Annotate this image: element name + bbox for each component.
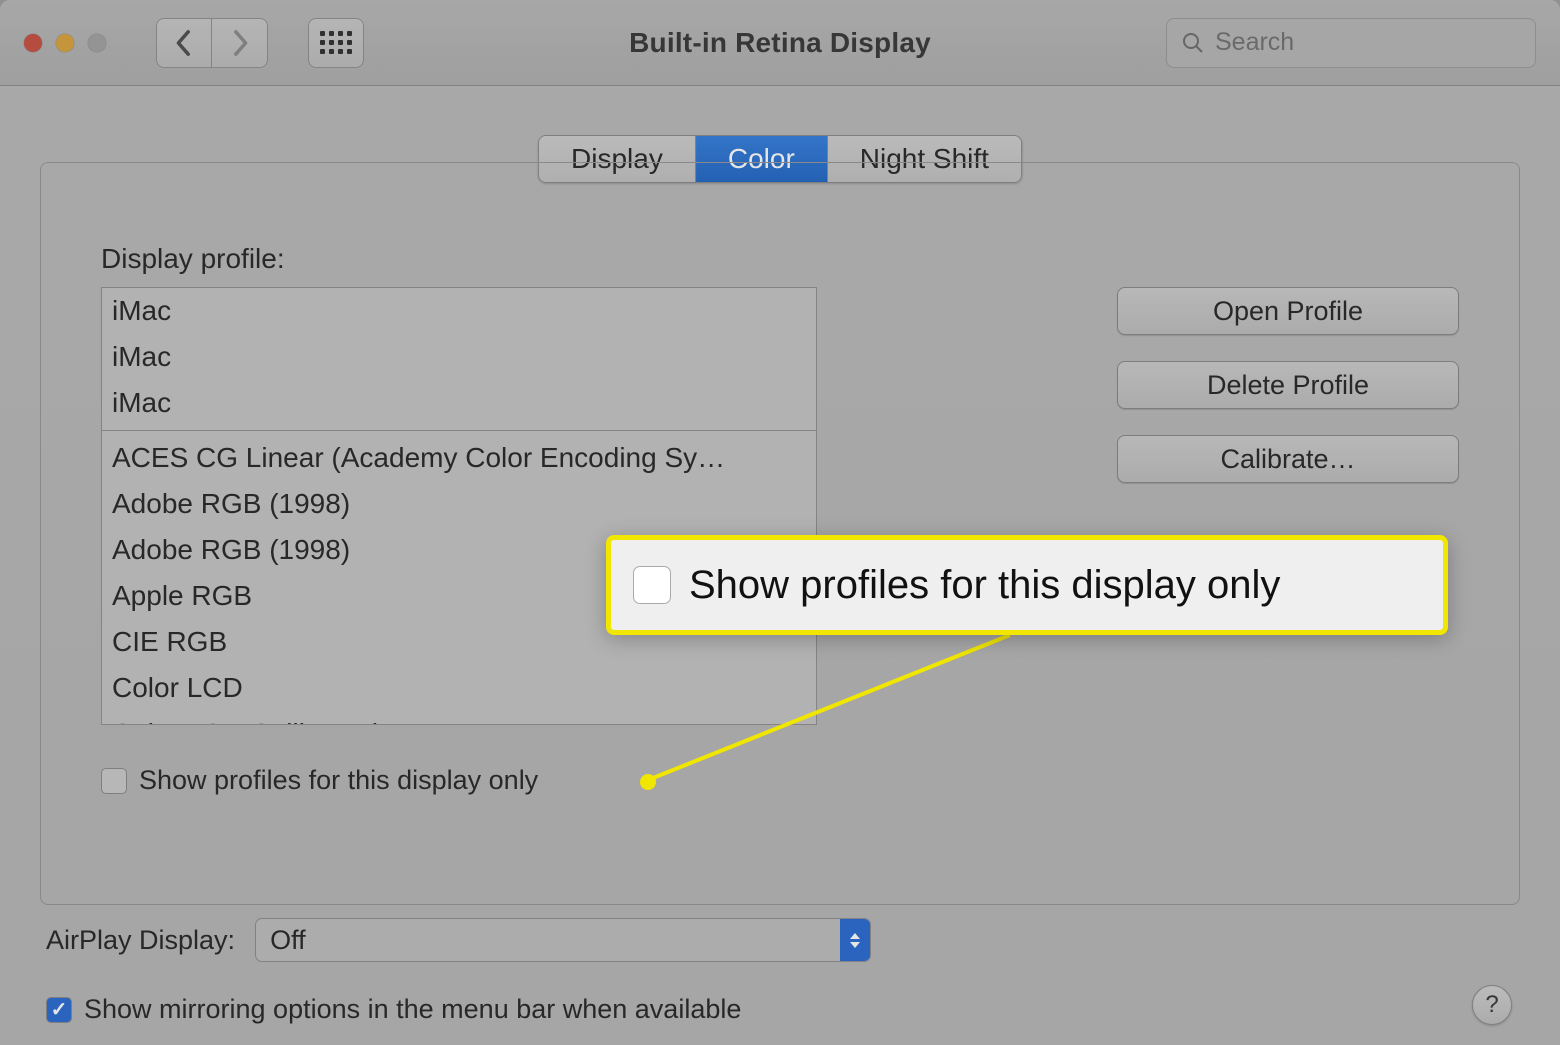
minimize-window-button[interactable] [56,34,74,52]
mirror-checkbox[interactable] [46,997,72,1023]
airplay-row: AirPlay Display: Off [46,918,1514,962]
list-item[interactable]: Color LCD [102,665,816,711]
show-profiles-only-label: Show profiles for this display only [139,765,538,796]
close-window-button[interactable] [24,34,42,52]
airplay-value: Off [270,925,306,956]
list-item[interactable]: iMac [102,380,816,426]
list-item[interactable]: iMac [102,334,816,380]
search-field[interactable]: Search [1166,18,1536,68]
list-item[interactable]: Color LCD Calibrated [102,711,816,725]
show-all-button[interactable] [308,18,364,68]
airplay-select[interactable]: Off [255,918,871,962]
mirror-row: Show mirroring options in the menu bar w… [46,994,1514,1025]
annotation-callout: Show profiles for this display only [606,535,1448,635]
callout-checkbox-icon [633,566,671,604]
chevron-right-icon [231,29,249,57]
show-profiles-only-row: Show profiles for this display only [101,765,1459,796]
annotation-dot [640,774,656,790]
profile-actions: Open Profile Delete Profile Calibrate… [1117,287,1459,725]
zoom-window-button[interactable] [88,34,106,52]
calibrate-button[interactable]: Calibrate… [1117,435,1459,483]
preferences-window: Built-in Retina Display Search Display C… [0,0,1560,1045]
profile-list[interactable]: iMac iMac iMac ACES CG Linear (Academy C… [101,287,817,725]
help-button[interactable]: ? [1472,985,1512,1025]
list-item[interactable]: ACES CG Linear (Academy Color Encoding S… [102,435,816,481]
window-title: Built-in Retina Display [629,27,931,59]
search-icon [1181,31,1205,55]
chevron-left-icon [175,29,193,57]
forward-button[interactable] [212,18,268,68]
window-controls [24,34,106,52]
select-arrows-icon [840,919,870,961]
airplay-label: AirPlay Display: [46,925,235,956]
nav-group [156,18,268,68]
grid-icon [320,31,352,54]
content-panel: Display profile: iMac iMac iMac ACES CG … [40,162,1520,905]
search-placeholder: Search [1215,28,1294,57]
toolbar: Built-in Retina Display Search [0,0,1560,86]
display-profile-label: Display profile: [101,243,1459,275]
back-button[interactable] [156,18,212,68]
list-item[interactable]: iMac [102,288,816,334]
list-item[interactable]: Adobe RGB (1998) [102,481,816,527]
list-separator [102,430,816,431]
open-profile-button[interactable]: Open Profile [1117,287,1459,335]
callout-label: Show profiles for this display only [689,563,1280,608]
mirror-label: Show mirroring options in the menu bar w… [84,994,741,1025]
bottom-section: AirPlay Display: Off Show mirroring opti… [46,918,1514,1025]
delete-profile-button[interactable]: Delete Profile [1117,361,1459,409]
show-profiles-only-checkbox[interactable] [101,768,127,794]
